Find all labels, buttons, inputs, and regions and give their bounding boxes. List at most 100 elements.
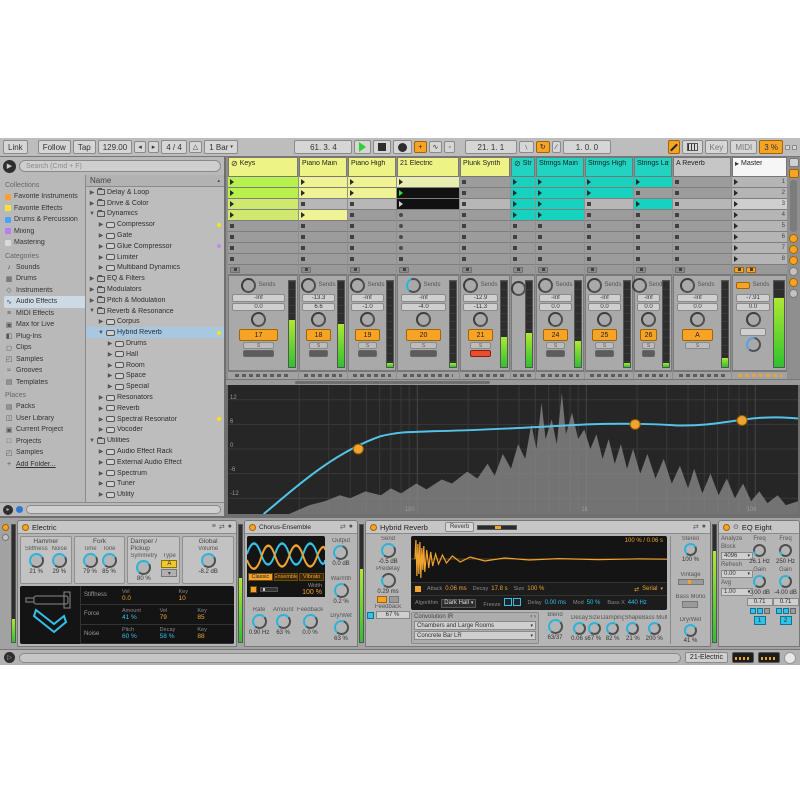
send-a-knob[interactable] <box>680 278 695 293</box>
clip-stop-icon[interactable] <box>587 246 591 250</box>
crossfade-assign-row[interactable] <box>460 371 510 379</box>
clip-stop-icon[interactable] <box>675 246 679 250</box>
fold-icon[interactable]: ▶ <box>89 200 95 207</box>
device-on-button[interactable] <box>370 524 377 531</box>
clip-stop-icon[interactable] <box>513 257 517 261</box>
clip-stop-icon[interactable] <box>462 202 466 206</box>
freeze-toggle[interactable] <box>513 598 521 606</box>
clip-stop-icon[interactable] <box>636 257 640 261</box>
scene-3[interactable]: 3 <box>732 199 787 210</box>
scene-7[interactable]: 7 <box>732 243 787 254</box>
clip-slot[interactable] <box>228 232 298 243</box>
clip-play-icon[interactable] <box>350 179 354 185</box>
browser-row-limiter[interactable]: ▶Limiter <box>86 252 224 263</box>
send-a-knob[interactable] <box>538 278 553 293</box>
volume-value[interactable]: 0.0 <box>232 303 284 311</box>
pan-knob[interactable] <box>416 312 431 327</box>
record-button[interactable] <box>393 140 412 154</box>
pan-knob[interactable] <box>473 312 488 327</box>
volume-value[interactable]: 0.0 <box>637 303 660 311</box>
hybrid-header[interactable]: Hybrid Reverb Reverb ⇄● <box>366 521 710 534</box>
pan-knob[interactable] <box>311 312 326 327</box>
selected-track-chip[interactable]: 21-Electric <box>685 652 728 663</box>
sidebar-item-samples[interactable]: ◰Samples <box>4 354 85 366</box>
browser-row-space[interactable]: ▶Space <box>86 371 224 382</box>
stop-clips-button[interactable] <box>538 267 548 273</box>
chorus-tab-ensemble[interactable]: Ensemble <box>274 573 299 581</box>
browser-row-special[interactable]: ▶Special <box>86 381 224 392</box>
clip-record-icon[interactable] <box>399 246 403 250</box>
clip-slot[interactable] <box>673 243 731 254</box>
clip-slot[interactable] <box>585 210 633 221</box>
loop-button[interactable]: ↻ <box>536 141 550 153</box>
save-icon[interactable]: ● <box>228 523 232 531</box>
clip-slot[interactable] <box>673 188 731 199</box>
device-view-dot-2[interactable] <box>2 534 9 541</box>
crossfade-assign-row[interactable] <box>732 371 787 379</box>
track-header-piano-main[interactable]: Piano Main <box>299 157 347 177</box>
clip-slot[interactable] <box>673 232 731 243</box>
tap-tempo-button[interactable]: Tap <box>73 140 96 154</box>
sidebar-item-drums[interactable]: ▦Drums <box>4 273 85 285</box>
clip-slot[interactable] <box>634 254 672 265</box>
fold-icon[interactable]: ▶ <box>98 221 104 228</box>
clip-slot[interactable] <box>673 177 731 188</box>
strip-size[interactable]: Size100 % <box>514 586 545 592</box>
clip-stop-icon[interactable] <box>675 224 679 228</box>
scene-launch-icon[interactable] <box>734 201 738 207</box>
clip-stop-icon[interactable] <box>230 257 234 261</box>
mixer-option-1[interactable] <box>789 245 798 254</box>
clip-slot[interactable] <box>460 188 510 199</box>
clip-slot[interactable] <box>228 177 298 188</box>
noise-key[interactable]: Key88 <box>197 627 231 640</box>
browser-row-multiband-dynamics[interactable]: ▶Multiband Dynamics <box>86 263 224 274</box>
clip-playing-icon[interactable] <box>399 190 403 196</box>
clip-record-icon[interactable] <box>399 224 403 228</box>
browser-list-header[interactable]: Name ▴ <box>86 175 224 187</box>
solo-button[interactable]: S <box>410 342 437 349</box>
clip-stop-icon[interactable] <box>301 202 305 206</box>
clip-slot[interactable] <box>536 232 584 243</box>
draw-mode-button[interactable] <box>668 140 680 154</box>
crossfade-assign-row[interactable] <box>348 371 396 379</box>
ir-attack-handle[interactable] <box>415 586 421 592</box>
ir-category-dropdown[interactable]: Chambers and Large Rooms▾ <box>414 621 536 630</box>
clip-stop-icon[interactable] <box>636 191 640 195</box>
sidebar-item-drums-percussion[interactable]: Drums & Percussion <box>4 214 85 226</box>
gain-knob[interactable] <box>753 575 766 588</box>
clip-slot[interactable] <box>511 177 535 188</box>
midi-map-button[interactable]: MIDI <box>730 140 757 154</box>
filter-type-icon[interactable] <box>764 608 770 614</box>
notification-icon[interactable] <box>784 652 796 664</box>
stop-clips-button[interactable] <box>230 267 240 273</box>
loop-length-field[interactable]: 1. 0. 0 <box>563 140 611 154</box>
fold-icon[interactable]: ▶ <box>98 405 104 412</box>
track-header-keys[interactable]: ⊘Keys <box>228 157 298 177</box>
clip-play-icon[interactable] <box>587 190 591 196</box>
track-header-a-reverb[interactable]: A Reverb <box>673 157 731 177</box>
volume-value[interactable]: -4.0 <box>401 303 446 311</box>
clip-play-icon[interactable] <box>230 201 234 207</box>
sidebar-item-plug-ins[interactable]: ◧Plug-Ins <box>4 331 85 343</box>
browser-row-hybrid-reverb[interactable]: ▼Hybrid Reverb <box>86 327 224 338</box>
pan-knob[interactable] <box>548 312 563 327</box>
session-view-toggle[interactable] <box>789 158 799 167</box>
fold-icon[interactable]: ▶ <box>98 448 104 455</box>
key-map-button[interactable]: Key <box>705 140 729 154</box>
sidebar-item-user-library[interactable]: ◫User Library <box>4 413 85 425</box>
solo-button[interactable]: S <box>243 342 274 349</box>
sidebar-item-instruments[interactable]: ◇Instruments <box>4 285 85 297</box>
algo-button[interactable] <box>389 596 399 603</box>
stop-clips-button[interactable] <box>587 267 597 273</box>
algorithm-dropdown[interactable]: Dark Hall▾ <box>441 599 476 608</box>
bass-mono-toggle[interactable] <box>682 601 698 608</box>
clip-slot[interactable] <box>673 254 731 265</box>
send-a-knob[interactable] <box>350 278 365 293</box>
type-selector-alt[interactable]: ▾ <box>161 569 177 577</box>
clip-slot[interactable] <box>348 221 396 232</box>
clip-slot[interactable] <box>536 254 584 265</box>
clip-play-icon[interactable] <box>538 190 542 196</box>
clip-slot[interactable] <box>585 232 633 243</box>
clip-slot[interactable] <box>348 243 396 254</box>
track-header-plunk-synth[interactable]: Plunk Synth <box>460 157 510 177</box>
